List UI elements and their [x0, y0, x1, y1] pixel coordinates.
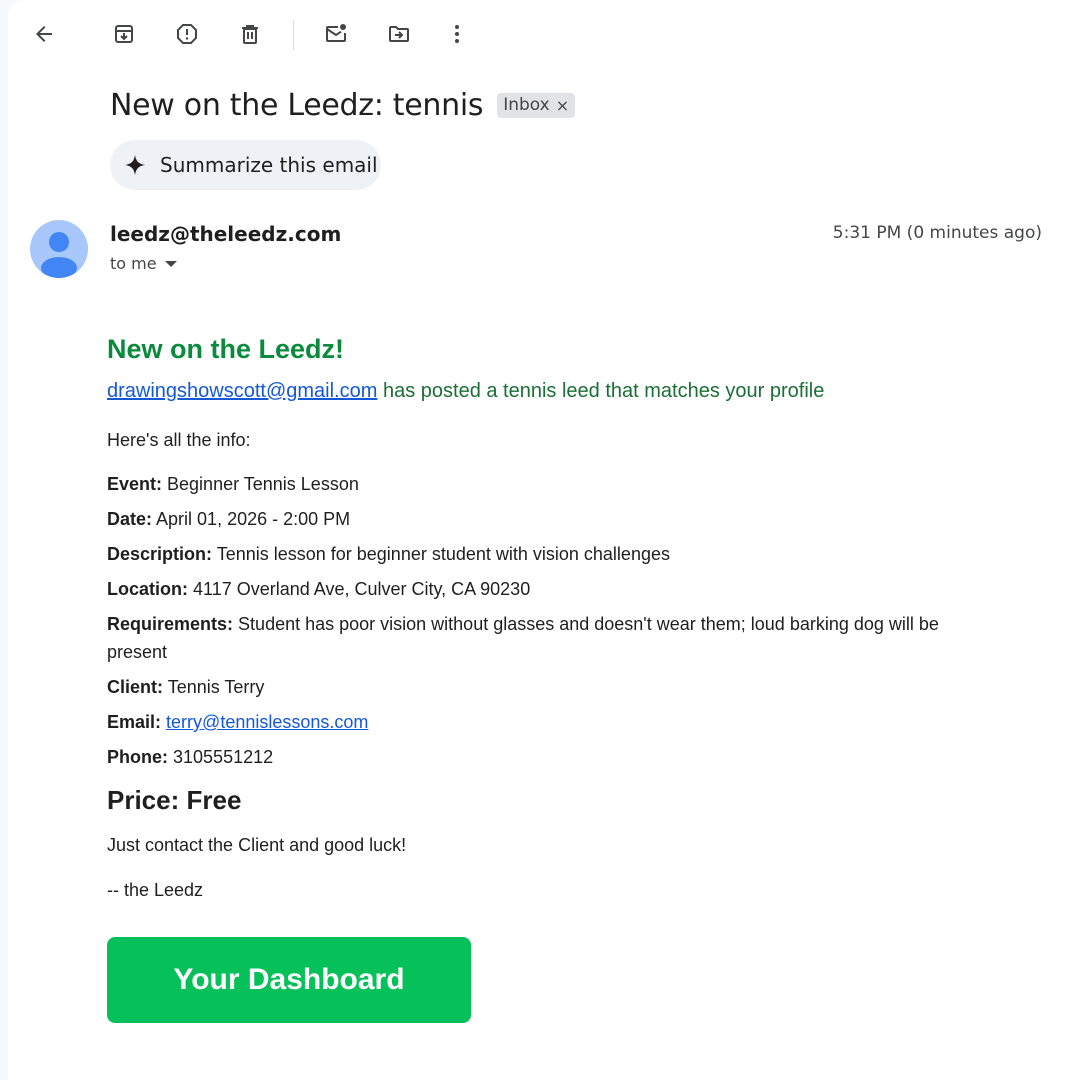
field-label: Email:	[107, 712, 162, 732]
field-description: Description: Tennis lesson for beginner …	[107, 540, 967, 568]
contact-line: Just contact the Client and good luck!	[107, 835, 407, 855]
intro-line: drawingshowscott@gmail.com has posted a …	[107, 380, 967, 408]
subject-row: New on the Leedz: tennis Inbox ×	[110, 88, 576, 123]
toolbar-divider	[293, 20, 294, 50]
mark-unread-icon	[326, 24, 346, 42]
remove-label-icon[interactable]: ×	[556, 96, 569, 115]
field-label: Requirements:	[107, 614, 234, 634]
delete-icon	[242, 25, 258, 44]
field-value: Beginner Tennis Lesson	[167, 474, 359, 494]
field-label: Date:	[107, 509, 153, 529]
field-phone: Phone: 3105551212	[107, 743, 967, 771]
field-value: Tennis Terry	[167, 677, 265, 697]
archive-icon	[115, 25, 133, 43]
field-date: Date: April 01, 2026 - 2:00 PM	[107, 505, 967, 533]
archive-button[interactable]	[104, 14, 144, 54]
sender-address[interactable]: leedz@theleedz.com	[110, 222, 341, 246]
field-client: Client: Tennis Terry	[107, 673, 967, 701]
more-options-button[interactable]	[437, 14, 477, 54]
signature: -- the Leedz	[107, 880, 204, 900]
mark-unread-button[interactable]	[316, 14, 356, 54]
person-icon	[41, 232, 77, 278]
back-button[interactable]	[24, 14, 64, 54]
email-body: New on the Leedz! drawingshowscott@gmail…	[107, 334, 967, 1023]
body-heading: New on the Leedz!	[107, 334, 345, 364]
field-label: Client:	[107, 677, 163, 697]
field-requirements: Requirements: Student has poor vision wi…	[107, 610, 967, 666]
field-value: 3105551212	[173, 747, 274, 767]
back-arrow-icon	[36, 26, 52, 42]
email-subject: New on the Leedz: tennis	[110, 88, 484, 123]
summarize-email-button[interactable]: Summarize this email	[110, 140, 381, 190]
info-intro: Here's all the info:	[107, 430, 251, 450]
intro-text: has posted a tennis leed that matches yo…	[377, 380, 825, 402]
recipient-dropdown[interactable]: to me	[110, 254, 177, 273]
report-spam-icon	[177, 24, 197, 44]
field-label: Description:	[107, 544, 213, 564]
sparkle-icon	[124, 154, 146, 176]
field-value: Tennis lesson for beginner student with …	[216, 544, 670, 564]
sender-avatar[interactable]	[30, 220, 88, 278]
email-timestamp: 5:31 PM (0 minutes ago)	[832, 223, 1042, 243]
delete-button[interactable]	[230, 14, 270, 54]
summarize-label: Summarize this email	[160, 153, 378, 177]
label-chip-text: Inbox	[503, 95, 550, 115]
client-email-link[interactable]: terry@tennislessons.com	[166, 712, 368, 732]
your-dashboard-button[interactable]: Your Dashboard	[107, 937, 471, 1023]
chevron-down-icon	[164, 260, 177, 267]
report-spam-button[interactable]	[167, 14, 207, 54]
recipient-label: to me	[110, 254, 157, 273]
field-label: Event:	[107, 474, 163, 494]
poster-email-link[interactable]: drawingshowscott@gmail.com	[107, 380, 377, 402]
price-line: Price: Free	[107, 785, 242, 815]
field-label: Phone:	[107, 747, 168, 767]
field-email: Email: terry@tennislessons.com	[107, 708, 967, 736]
field-label: Location:	[107, 579, 188, 599]
move-to-icon	[389, 26, 409, 42]
field-value: 4117 Overland Ave, Culver City, CA 90230	[193, 579, 531, 599]
email-toolbar	[8, 14, 1080, 56]
field-event: Event: Beginner Tennis Lesson	[107, 470, 967, 498]
move-to-button[interactable]	[379, 14, 419, 54]
more-vert-icon	[455, 25, 459, 43]
field-location: Location: 4117 Overland Ave, Culver City…	[107, 575, 967, 603]
email-view: New on the Leedz: tennis Inbox × Summari…	[8, 0, 1080, 1080]
inbox-label-chip[interactable]: Inbox ×	[497, 93, 576, 118]
field-value: April 01, 2026 - 2:00 PM	[156, 509, 351, 529]
